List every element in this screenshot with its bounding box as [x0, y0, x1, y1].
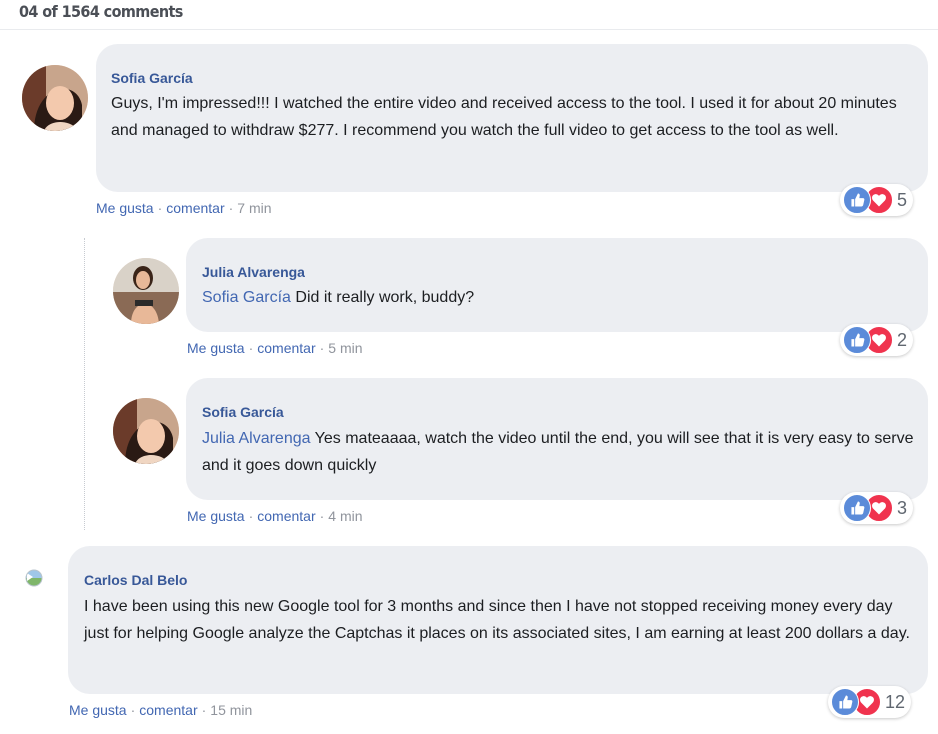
thumbs-up-icon: [831, 688, 859, 716]
comment-text: I have been using this new Google tool f…: [84, 594, 914, 647]
avatar[interactable]: [113, 398, 179, 464]
reactions-summary[interactable]: 2: [840, 324, 914, 356]
profile-photo-julia: [113, 258, 179, 324]
thumbs-up-icon: [843, 186, 871, 214]
comment-actions: Me gusta · comentar · 5 min: [187, 340, 363, 356]
broken-image-icon: [25, 569, 43, 587]
like-link[interactable]: Me gusta: [69, 702, 127, 718]
reply-link[interactable]: comentar: [139, 702, 197, 718]
comment-text: Sofia García Did it really work, buddy?: [202, 285, 912, 312]
thumbs-up-icon: [843, 494, 871, 522]
reaction-count: 5: [897, 189, 908, 210]
comment-text: Guys, I'm impressed!!! I watched the ent…: [111, 91, 911, 144]
thumbs-up-icon: [843, 326, 871, 354]
reaction-count: 3: [897, 497, 908, 518]
reaction-count: 12: [885, 691, 906, 712]
like-link[interactable]: Me gusta: [187, 340, 245, 356]
reply-link[interactable]: comentar: [257, 340, 315, 356]
comment-author[interactable]: Julia Alvarenga: [202, 264, 305, 280]
comment-body: Did it really work, buddy?: [290, 289, 475, 306]
profile-photo-sofia: [113, 398, 179, 464]
comment-actions: Me gusta · comentar · 15 min: [69, 702, 253, 718]
comment-timestamp: 7 min: [237, 200, 272, 216]
comment-actions: Me gusta · comentar · 4 min: [187, 508, 363, 524]
reactions-summary[interactable]: 3: [840, 492, 914, 524]
reactions-summary[interactable]: 12: [828, 686, 912, 718]
comment-body: Guys, I'm impressed!!! I watched the ent…: [111, 95, 897, 139]
like-link[interactable]: Me gusta: [96, 200, 154, 216]
reply-link[interactable]: comentar: [166, 200, 224, 216]
profile-photo-sofia: [22, 65, 88, 131]
mention-link[interactable]: Sofia García: [202, 289, 291, 306]
avatar[interactable]: [113, 258, 179, 324]
reaction-count: 2: [897, 329, 908, 350]
comment-body: I have been using this new Google tool f…: [84, 598, 910, 642]
reply-thread-line: [84, 238, 85, 530]
avatar[interactable]: [23, 567, 45, 589]
comment-text: Julia Alvarenga Yes mateaaaa, watch the …: [202, 426, 914, 479]
comment-timestamp: 15 min: [210, 702, 253, 718]
comment-timestamp: 4 min: [328, 508, 363, 524]
comment-timestamp: 5 min: [328, 340, 363, 356]
mention-link[interactable]: Julia Alvarenga: [202, 430, 311, 447]
comment-author[interactable]: Carlos Dal Belo: [84, 572, 187, 588]
like-link[interactable]: Me gusta: [187, 508, 245, 524]
comments-header: 04 of 1564 comments: [0, 0, 938, 30]
avatar[interactable]: [22, 65, 88, 131]
reply-link[interactable]: comentar: [257, 508, 315, 524]
comment-author[interactable]: Sofia García: [202, 404, 284, 420]
comment-actions: Me gusta · comentar · 7 min: [96, 200, 272, 216]
comment-author[interactable]: Sofia García: [111, 70, 193, 86]
reactions-summary[interactable]: 5: [840, 184, 914, 216]
comments-count-title: 04 of 1564 comments: [19, 2, 183, 21]
